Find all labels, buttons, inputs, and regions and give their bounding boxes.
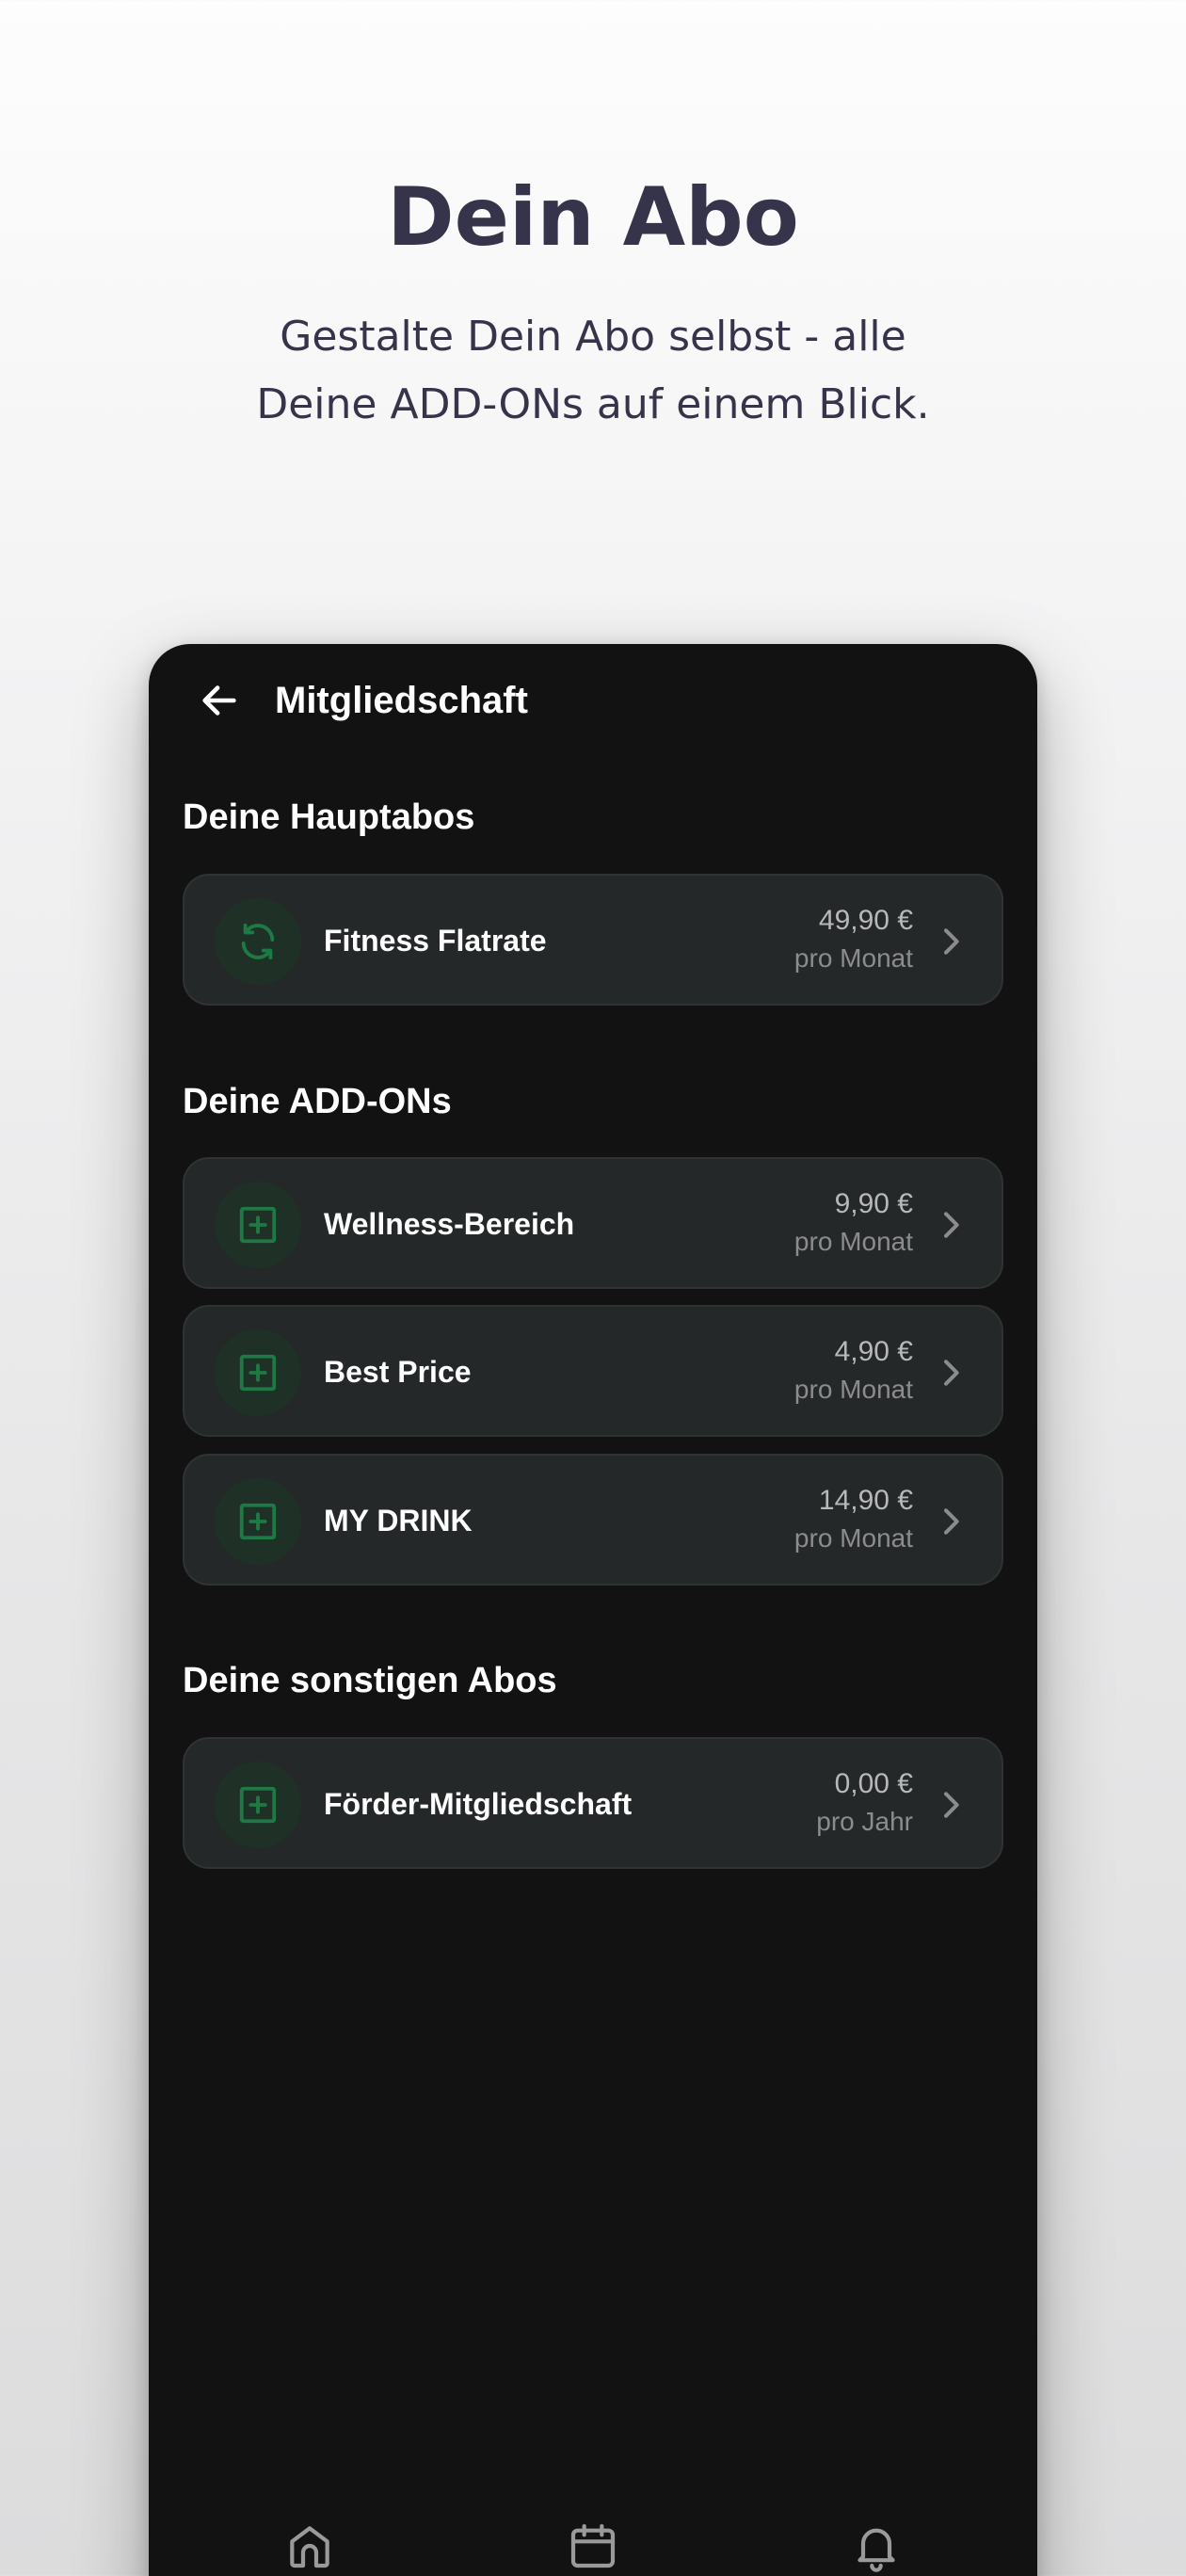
card-name: Förder-Mitgliedschaft [324,1787,633,1821]
card-name: Fitness Flatrate [324,924,547,958]
card-name: Wellness-Bereich [324,1207,575,1241]
calendar-icon[interactable] [567,2520,619,2572]
app-bar: Mitgliedschaft [149,644,1037,757]
card-price: 4,90 € [834,1336,913,1367]
promo-title: Dein Abo [387,170,799,265]
arrow-left-icon[interactable] [198,679,241,722]
plus-square-icon [239,1786,277,1824]
card-period: pro Monat [793,943,913,973]
icon-badge [215,1329,301,1416]
section-title-addons: Deine ADD-ONs [183,1082,452,1121]
section-title-other: Deine sonstigen Abos [183,1661,557,1700]
subscription-card-foerder-mitgliedschaft[interactable]: Förder-Mitgliedschaft 0,00 € pro Jahr [183,1737,1003,1869]
page-title: Mitgliedschaft [275,680,528,721]
bottom-nav [149,2471,1037,2576]
section-title-main: Deine Hauptabos [183,797,475,837]
card-period: pro Monat [793,1523,913,1553]
home-icon[interactable] [283,2520,336,2572]
chevron-right-icon [944,928,959,955]
phone-screen: Mitgliedschaft Deine Hauptabos Fitness F… [149,644,1037,2576]
card-price: 14,90 € [818,1485,913,1516]
icon-badge [215,1762,301,1848]
card-period: pro Jahr [816,1807,913,1836]
subscription-card-my-drink[interactable]: MY DRINK 14,90 € pro Monat [183,1454,1003,1586]
icon-badge [215,1478,301,1565]
subscription-card-fitness-flatrate[interactable]: Fitness Flatrate 49,90 € pro Monat [183,874,1003,1006]
plus-square-icon [239,1354,277,1392]
icon-badge [215,898,301,985]
subscription-card-wellness-bereich[interactable]: Wellness-Bereich 9,90 € pro Monat [183,1157,1003,1289]
chevron-right-icon [944,1212,959,1238]
chevron-right-icon [944,1792,959,1818]
promo-subtitle-line-1: Gestalte Dein Abo selbst - alle [280,313,906,361]
card-name: Best Price [324,1355,472,1389]
plus-square-icon [239,1206,277,1244]
chevron-right-icon [944,1360,959,1386]
icon-badge [215,1182,301,1268]
card-price: 0,00 € [834,1768,913,1799]
card-name: MY DRINK [324,1504,473,1538]
card-period: pro Monat [793,1375,913,1404]
plus-square-icon [239,1503,277,1540]
chevron-right-icon [944,1508,959,1535]
bell-icon[interactable] [850,2520,903,2572]
card-period: pro Monat [793,1227,913,1256]
card-price: 9,90 € [834,1188,913,1219]
refresh-icon [241,923,275,960]
subscription-card-best-price[interactable]: Best Price 4,90 € pro Monat [183,1305,1003,1437]
promo-subtitle-line-2: Deine ADD-ONs auf einem Blick. [256,380,930,428]
card-price: 49,90 € [818,905,913,936]
